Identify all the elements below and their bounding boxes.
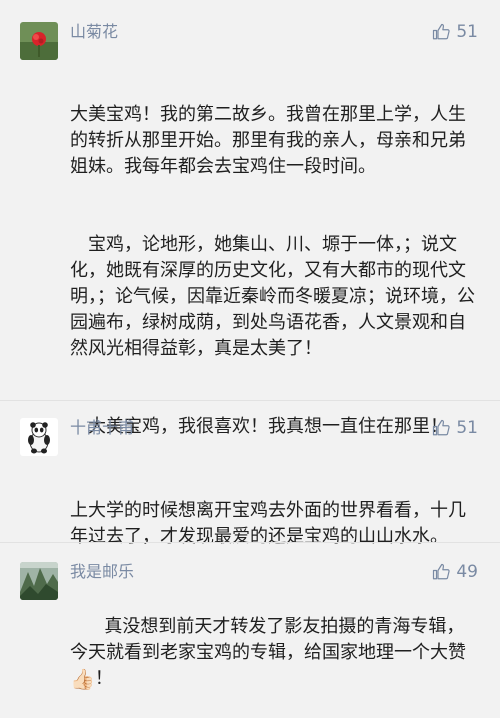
comment-trailing-text: ！ bbox=[94, 668, 113, 689]
comment-paragraph: 大美宝鸡！我的第二故乡。我曾在那里上学，人生的转折从那里开始。那里有我的亲人，母… bbox=[70, 104, 466, 177]
thumbs-up-icon bbox=[433, 23, 451, 40]
comment-author[interactable]: 山菊花 bbox=[70, 22, 118, 42]
like-button[interactable]: 51 bbox=[432, 22, 478, 42]
comment-text: 真没想到前天才转发了影友拍摄的青海专辑，今天就看到老家宝鸡的专辑，给国家地理一个… bbox=[70, 588, 482, 718]
comment-item: 山菊花 51 大美宝鸡！我的第二故乡。我曾在那里上学，人生的转折从那里开始。那里… bbox=[0, 0, 500, 437]
panda-icon bbox=[20, 418, 58, 456]
like-count: 51 bbox=[456, 418, 478, 438]
comment-feed: 山菊花 51 大美宝鸡！我的第二故乡。我曾在那里上学，人生的转折从那里开始。那里… bbox=[0, 0, 500, 691]
thumbs-up-icon bbox=[433, 563, 451, 580]
avatar[interactable] bbox=[20, 22, 58, 60]
like-count: 49 bbox=[456, 562, 478, 582]
like-button[interactable]: 51 bbox=[432, 418, 478, 438]
mountain-landscape-icon bbox=[20, 562, 58, 600]
comment-paragraph: 真没想到前天才转发了影友拍摄的青海专辑，今天就看到老家宝鸡的专辑，给国家地理一个… bbox=[70, 616, 466, 663]
thumbs-up-emoji-icon: 👍🏻 bbox=[70, 667, 95, 691]
comment-item: 十甫十甫 51 上大学的时候想离开宝鸡去外面的世界看看，十几年过去了，才发现最爱… bbox=[0, 400, 500, 547]
comment-author[interactable]: 我是邮乐 bbox=[70, 562, 134, 582]
thumbs-up-icon bbox=[433, 419, 451, 436]
like-count: 51 bbox=[456, 22, 478, 42]
avatar[interactable] bbox=[20, 418, 58, 456]
comment-paragraph: 宝鸡，论地形，她集山、川、塬于一体，；说文化，她既有深厚的历史文化，又有大都市的… bbox=[70, 234, 475, 359]
comment-item: 我是邮乐 49 真没想到前天才转发了影友拍摄的青海专辑，今天就看到老家宝鸡的专辑… bbox=[0, 542, 500, 691]
comment-author[interactable]: 十甫十甫 bbox=[70, 418, 134, 438]
like-button[interactable]: 49 bbox=[432, 562, 478, 582]
red-flower-icon bbox=[20, 22, 58, 60]
avatar[interactable] bbox=[20, 562, 58, 600]
